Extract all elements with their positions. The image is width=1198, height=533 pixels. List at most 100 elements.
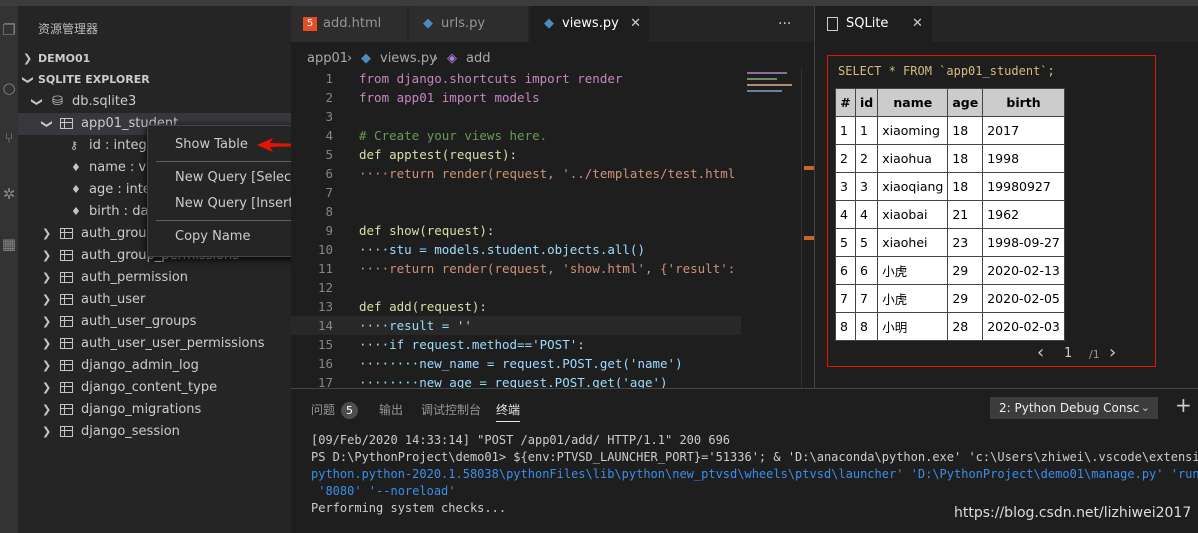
table-icon	[60, 404, 73, 415]
breadcrumb-item[interactable]: add	[466, 48, 490, 70]
tree-table[interactable]: ❯ auth_permission	[18, 267, 291, 289]
more-actions-button[interactable]: ···	[778, 6, 791, 42]
table-label: auth_group	[81, 226, 155, 241]
code-line: 17 ········new_age = request.POST.get('ag…	[291, 373, 741, 388]
file-icon	[827, 17, 838, 31]
table-cell: 1962	[982, 200, 1065, 229]
extensions-icon[interactable]: ▦	[0, 232, 18, 256]
column-header[interactable]: age	[947, 88, 984, 117]
chevron-down-icon: ❯	[30, 97, 44, 107]
column-header[interactable]: id	[854, 88, 879, 117]
debug-icon[interactable]: ✲	[0, 182, 18, 206]
table-cell: 7	[854, 284, 879, 313]
line-number: 3	[325, 109, 333, 124]
sidebar: 资源管理器 ❯ DEMO01 ❯ SQLITE EXPLORER ❯ ⛁ db.…	[18, 6, 291, 533]
breadcrumb-item[interactable]: views.py	[380, 48, 437, 70]
panel-tab-debug-console[interactable]: 调试控制台	[421, 401, 481, 418]
line-number: 8	[325, 204, 333, 219]
table-label: auth_user_groups	[81, 314, 197, 329]
close-icon[interactable]: ✕	[630, 6, 641, 42]
table-cell: 小虎	[877, 256, 949, 285]
table-cell: 4	[835, 200, 856, 229]
tree-table[interactable]: ❯ django_content_type	[18, 377, 291, 399]
column-header[interactable]: name	[877, 88, 949, 117]
panel-tab-label: 问题	[311, 403, 336, 417]
editor-scrollbar[interactable]	[801, 68, 814, 388]
explorer-icon[interactable]: ❐	[0, 18, 18, 42]
chevron-right-icon: ❯	[42, 315, 52, 328]
pager-next-button[interactable]: ›	[1109, 342, 1116, 363]
watermark: https://blog.csdn.net/lizhiwei2017	[954, 505, 1192, 521]
line-number: 10	[317, 242, 333, 257]
tab-add-html[interactable]: 5 add.html	[291, 6, 408, 42]
panel-tab-terminal[interactable]: 终端	[496, 401, 521, 422]
tree-table[interactable]: ❯ django_admin_log	[18, 355, 291, 377]
code-line: 8	[291, 202, 741, 221]
search-icon[interactable]: ○	[0, 76, 18, 100]
table-icon	[60, 250, 73, 261]
sql-query: SELECT * FROM `app01_student`;	[838, 64, 1055, 78]
field-icon: ♦	[71, 205, 81, 218]
chevron-right-icon: ❯	[23, 52, 33, 65]
tree-table[interactable]: ❯ django_migrations	[18, 399, 291, 421]
tree-table[interactable]: ❯ auth_user_groups	[18, 311, 291, 333]
terminal-select[interactable]: 2: Python Debug Consc ⌄	[990, 397, 1158, 419]
tab-label: views.py	[562, 16, 619, 31]
chevron-right-icon: ›	[433, 51, 439, 66]
table-icon	[60, 272, 73, 283]
table-cell: 2020-02-03	[982, 312, 1065, 341]
table-header-row: # id name age birth	[835, 88, 1065, 117]
terminal-line: [09/Feb/2020 14:33:14] "POST /app01/add/…	[311, 433, 731, 447]
line-number: 13	[317, 299, 333, 314]
minimap[interactable]	[741, 68, 801, 388]
section-sqlite-explorer[interactable]: ❯ SQLITE EXPLORER	[18, 69, 291, 91]
chevron-down-icon: ⌄	[1140, 401, 1150, 414]
panel-tab-problems[interactable]: 问题 5	[311, 401, 359, 419]
code-line: 6 ····return render(request, '../template…	[291, 164, 741, 183]
breadcrumb-item[interactable]: app01	[307, 48, 348, 70]
table-icon	[60, 426, 73, 437]
table-cell: 1	[835, 116, 856, 145]
menu-item-new-query-select[interactable]: New Query [Select]	[148, 166, 310, 190]
database-icon: ⛁	[52, 94, 63, 109]
source-control-icon[interactable]: ⑂	[0, 126, 18, 150]
code-line: 16 ········new_name = request.POST.get('n…	[291, 354, 741, 373]
chevron-right-icon: ❯	[42, 425, 52, 438]
table-label: auth_user_user_permissions	[81, 336, 265, 351]
tab-sqlite[interactable]: SQLite ✕	[815, 6, 932, 42]
tree-table[interactable]: ❯ django_session	[18, 421, 291, 443]
python-file-icon: ◆	[544, 16, 554, 31]
code-text: def show(request):	[359, 223, 495, 238]
menu-item-copy-name[interactable]: Copy Name	[148, 225, 310, 249]
table-cell: 29	[947, 256, 984, 285]
tree-database[interactable]: ❯ ⛁ db.sqlite3	[18, 91, 291, 113]
key-icon: ⚷	[70, 139, 79, 152]
pager-prev-button[interactable]: ‹	[1037, 342, 1044, 363]
code-text: ········new_name = request.POST.get('nam…	[359, 356, 683, 371]
code-text: ····return render(request, 'show.html', …	[359, 261, 736, 276]
menu-item-new-query-insert[interactable]: New Query [Insert]	[148, 192, 310, 216]
line-number: 14	[317, 318, 333, 333]
tree-table[interactable]: ❯ auth_user	[18, 289, 291, 311]
tree-table[interactable]: ❯ auth_user_user_permissions	[18, 333, 291, 355]
column-header[interactable]: birth	[982, 88, 1065, 117]
line-number: 7	[325, 185, 333, 200]
table-cell: 1	[854, 116, 879, 145]
html-file-icon: 5	[303, 17, 317, 31]
table-cell: 21	[947, 200, 984, 229]
close-icon[interactable]: ✕	[912, 6, 923, 42]
tab-views-py[interactable]: ◆ views.py ✕	[530, 6, 650, 42]
new-terminal-button[interactable]: +	[1175, 393, 1192, 417]
panel-tab-output[interactable]: 输出	[379, 401, 403, 418]
table-icon	[60, 382, 73, 393]
table-icon	[60, 338, 73, 349]
chevron-right-icon: ❯	[42, 249, 52, 262]
table-cell: 小明	[877, 312, 949, 341]
code-line: 13 def add(request):	[291, 297, 741, 316]
line-number: 9	[325, 223, 333, 238]
code-editor[interactable]: 1 from django.shortcuts import render 2 fr…	[291, 68, 741, 388]
column-header[interactable]: #	[835, 88, 856, 117]
section-demo01[interactable]: ❯ DEMO01	[18, 48, 291, 70]
tab-urls-py[interactable]: ◆ urls.py	[409, 6, 529, 42]
table-cell: xiaoqiang	[877, 172, 949, 201]
